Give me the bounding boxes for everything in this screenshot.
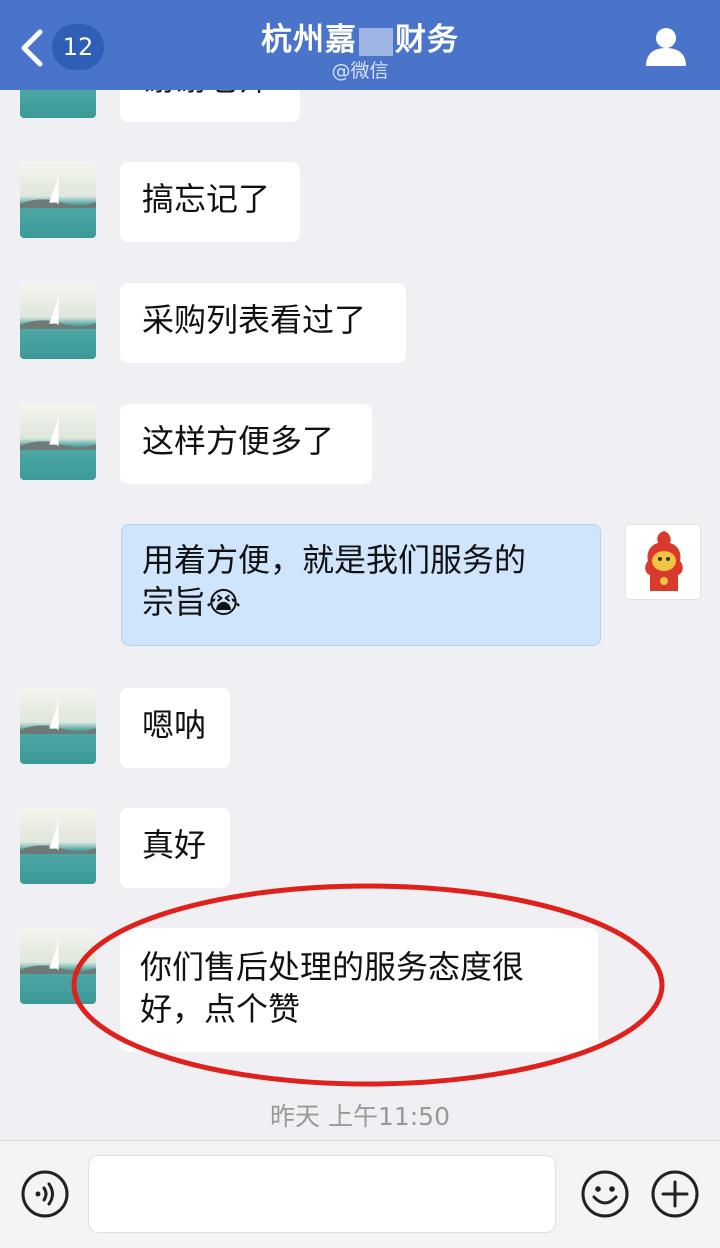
chat-title: 杭州嘉 财务 [0,14,720,59]
message-bubble: 嗯呐 [120,688,230,768]
contact-avatar[interactable] [20,404,96,480]
monkey-mascot-icon [645,531,683,591]
message-bubble: 搞忘记了 [120,162,300,242]
profile-icon[interactable] [644,26,688,66]
redacted-mask [359,27,393,56]
smiley-icon[interactable] [580,1169,630,1219]
message-bubble: 采购列表看过了 [120,283,406,363]
contact-avatar[interactable] [20,283,96,359]
message-bubble: 谢谢老师 [120,90,300,122]
my-avatar[interactable] [625,524,701,600]
contact-avatar[interactable] [20,162,96,238]
contact-avatar[interactable] [20,808,96,884]
message-line: 好，点个赞 [140,990,301,1028]
message-line: 你们售后处理的服务态度很 [140,948,525,986]
message-line: 宗旨😭 [142,581,580,625]
chat-header: 12 杭州嘉 财务 @微信 [0,0,720,90]
message-timestamp: 昨天 上午11:50 [270,1102,450,1131]
input-toolbar [0,1140,720,1248]
plus-icon[interactable] [650,1169,700,1219]
chat-subtitle: @微信 [331,60,389,82]
chat-area: 谢谢老师 搞忘记了 采购列表看过了 这样方便多了 用着方便，就是我们服务的 宗旨… [0,90,720,1140]
message-bubble: 你们售后处理的服务态度很 好，点个赞 [120,928,598,1052]
voice-icon[interactable] [20,1169,70,1219]
message-bubble: 真好 [120,808,230,888]
chat-title-prefix: 杭州嘉 [261,22,357,58]
contact-avatar[interactable] [20,928,96,1004]
message-line: 用着方便，就是我们服务的 [142,541,527,579]
outgoing-message-bubble: 用着方便，就是我们服务的 宗旨😭 [121,524,601,646]
message-bubble: 这样方便多了 [120,404,372,484]
message-line-text: 宗旨 [142,583,207,621]
message-input[interactable] [88,1155,556,1233]
chat-title-suffix: 财务 [395,22,459,58]
contact-avatar[interactable] [20,688,96,764]
contact-avatar[interactable] [20,90,96,118]
crying-laughing-emoji: 😭 [206,586,242,621]
